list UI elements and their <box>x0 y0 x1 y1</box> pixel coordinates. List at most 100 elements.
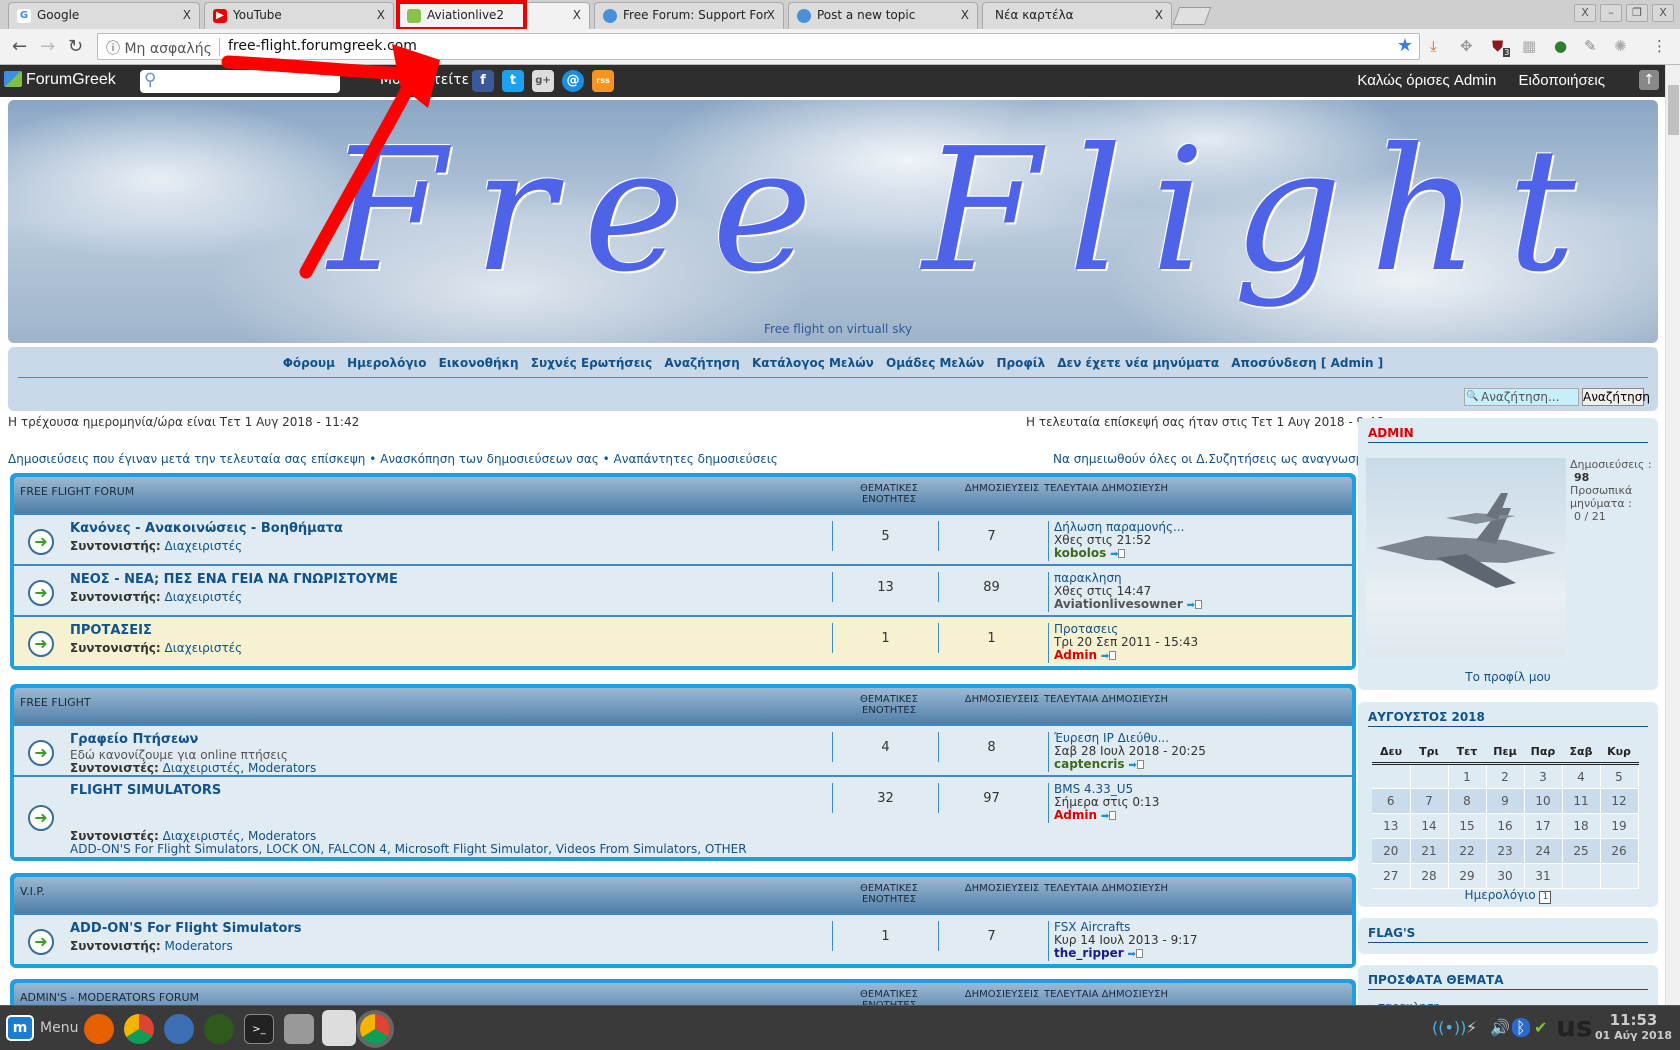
last-post-user[interactable]: kobolos <box>1054 546 1106 560</box>
nav-forum[interactable]: Φόρουμ <box>283 356 335 370</box>
user-avatar[interactable] <box>1366 458 1566 658</box>
rss-icon[interactable]: rss <box>592 70 614 92</box>
google-plus-icon[interactable]: g+ <box>532 70 554 92</box>
page-scrollbar[interactable] <box>1665 65 1680 1005</box>
chrome-active-icon[interactable] <box>360 1014 390 1044</box>
extension-icon[interactable]: ▦ <box>1522 37 1536 55</box>
close-window-button[interactable]: X <box>1652 4 1674 22</box>
calendar-day[interactable]: 5 <box>1600 763 1639 789</box>
calendar-day[interactable]: 20 <box>1372 838 1411 864</box>
welcome-user-link[interactable]: Καλώς όρισες Admin <box>1357 72 1496 89</box>
moderator-link[interactable]: Διαχειριστές <box>165 590 243 604</box>
calendar-day[interactable]: 1 <box>1448 763 1487 789</box>
close-tab-icon[interactable]: X <box>377 8 385 22</box>
calendar-day[interactable]: 21 <box>1410 838 1449 864</box>
goto-post-icon[interactable]: ➡ <box>1101 651 1109 662</box>
globe-app-icon[interactable] <box>204 1014 234 1044</box>
calendar-day[interactable] <box>1410 763 1449 789</box>
nav-profile[interactable]: Προφίλ <box>997 356 1046 370</box>
calendar-day[interactable]: 19 <box>1600 813 1639 839</box>
thunderbird-icon[interactable] <box>164 1014 194 1044</box>
my-profile-link[interactable]: Το προφίλ μου <box>1358 670 1658 684</box>
forum-title-link[interactable]: Γραφείο Πτήσεων <box>70 732 198 747</box>
power-cable-icon[interactable]: ⚡ <box>1466 1018 1477 1037</box>
notifications-link[interactable]: Ειδοποιήσεις <box>1519 72 1605 89</box>
nav-groups[interactable]: Ομάδες Μελών <box>886 356 984 370</box>
start-menu-button[interactable]: m Menu <box>6 1015 78 1041</box>
close-tab-icon[interactable]: X <box>573 8 581 22</box>
wifi-icon[interactable]: ((•)) <box>1432 1018 1466 1037</box>
new-tab-button[interactable] <box>1172 7 1212 25</box>
chrome-icon[interactable] <box>124 1014 154 1044</box>
close-tab-icon[interactable]: X <box>767 8 775 22</box>
moderator-link[interactable]: Διαχειριστές, Moderators <box>163 761 317 775</box>
calendar-day[interactable]: 8 <box>1448 788 1487 814</box>
pen-extension-icon[interactable]: ✎ <box>1584 37 1597 55</box>
calendar-day[interactable]: 27 <box>1372 863 1411 889</box>
goto-post-icon[interactable]: ➡ <box>1128 949 1136 960</box>
security-shield-icon[interactable]: ✔ <box>1534 1018 1547 1037</box>
forum-title-link[interactable]: ADD-ON'S For Flight Simulators <box>70 921 302 936</box>
forum-title-link[interactable]: FLIGHT SIMULATORS <box>70 783 221 798</box>
ublock-icon[interactable]: ⛊3 <box>1492 37 1511 57</box>
calendar-day[interactable]: 7 <box>1410 788 1449 814</box>
firefox-icon[interactable] <box>84 1014 114 1044</box>
tab-free-forum-support[interactable]: Free Forum: Support For X <box>594 2 784 29</box>
calendar-day[interactable]: 12 <box>1600 788 1639 814</box>
moderator-link[interactable]: Διαχειριστές <box>165 539 243 553</box>
download-icon[interactable]: ⤓ <box>1430 37 1437 55</box>
scroll-top-icon[interactable]: ↑ <box>1639 70 1659 90</box>
subforum-links[interactable]: ADD-ON'S For Flight Simulators, LOCK ON,… <box>70 842 747 856</box>
close-tab-icon[interactable]: X <box>183 8 191 22</box>
forum-title-link[interactable]: ΠΡΟΤΑΣΕΙΣ <box>70 623 152 638</box>
calendar-day[interactable]: 22 <box>1448 838 1487 864</box>
calendar-day[interactable]: 3 <box>1524 763 1563 789</box>
address-bar[interactable]: ⓘ Μη ασφαλής free-flight.forumgreek.com … <box>97 33 1420 60</box>
search-links[interactable]: Δημοσιεύσεις που έγιναν μετά την τελευτα… <box>8 452 778 466</box>
calendar-day[interactable]: 10 <box>1524 788 1563 814</box>
moderator-link[interactable]: Moderators <box>165 939 233 953</box>
email-icon[interactable]: @ <box>562 70 584 92</box>
calendar-day[interactable]: 15 <box>1448 813 1487 839</box>
mark-all-read-link[interactable]: Να σημειωθούν όλες οι Δ.Συζητήσεις ως αν… <box>1053 452 1358 466</box>
url-text[interactable]: free-flight.forumgreek.com <box>228 38 417 54</box>
facebook-icon[interactable]: f <box>472 70 494 92</box>
moderator-link[interactable]: Διαχειριστές, Moderators <box>163 829 317 843</box>
calendar-day[interactable]: 9 <box>1486 788 1525 814</box>
calendar-link[interactable]: Ημερολόγιο <box>1465 888 1536 902</box>
calendar-day[interactable] <box>1372 763 1411 789</box>
last-post-user[interactable]: Admin <box>1054 648 1097 662</box>
calendar-day[interactable]: 4 <box>1562 763 1601 789</box>
nav-messages[interactable]: Δεν έχετε νέα μηνύματα <box>1057 356 1219 370</box>
volume-icon[interactable]: 🔊 <box>1490 1018 1510 1037</box>
reload-icon[interactable]: ↻ <box>68 36 83 57</box>
calendar-day[interactable]: 16 <box>1486 813 1525 839</box>
nav-gallery[interactable]: Εικονοθήκη <box>439 356 519 370</box>
forum-title-link[interactable]: Κανόνες - Ανακοινώσεις - Βοηθήματα <box>70 521 343 536</box>
calendar-day[interactable]: 31 <box>1524 863 1563 889</box>
forward-icon[interactable]: → <box>40 36 55 57</box>
last-post-user[interactable]: Aviationlivesowner <box>1054 597 1183 611</box>
tab-google[interactable]: G Google X <box>8 2 200 29</box>
nav-calendar[interactable]: Ημερολόγιο <box>347 356 426 370</box>
bookmark-star-icon[interactable]: ★ <box>1397 35 1413 56</box>
forum-title-link[interactable]: ΝΕΟΣ - ΝΕΑ; ΠΕΣ ΕΝΑ ΓΕΙΑ ΝΑ ΓΝΩΡΙΣΤΟΥΜΕ <box>70 572 398 587</box>
calendar-day[interactable]: 25 <box>1562 838 1601 864</box>
forumgreek-logo[interactable]: ForumGreek <box>4 71 116 89</box>
calendar-day[interactable]: 28 <box>1410 863 1449 889</box>
terminal-icon[interactable]: >_ <box>244 1014 274 1044</box>
calendar-day[interactable] <box>1600 863 1639 889</box>
gear-extension-icon[interactable]: ✺ <box>1614 37 1627 55</box>
moderator-link[interactable]: Διαχειριστές <box>165 641 243 655</box>
close-tab-icon[interactable]: X <box>1155 8 1163 22</box>
window-close-all-button[interactable]: X <box>1574 4 1596 22</box>
forum-search-input[interactable]: Αναζήτηση... <box>1464 388 1579 406</box>
calendar-day[interactable]: 17 <box>1524 813 1563 839</box>
last-post-user[interactable]: captencris <box>1054 757 1125 771</box>
menu-dots-icon[interactable]: ⋮ <box>1652 37 1667 55</box>
security-indicator[interactable]: ⓘ Μη ασφαλής <box>106 38 212 58</box>
goto-post-icon[interactable]: ➡ <box>1101 811 1109 822</box>
calendar-day[interactable]: 30 <box>1486 863 1525 889</box>
nav-memberlist[interactable]: Κατάλογος Μελών <box>752 356 874 370</box>
forum-search-button[interactable]: Αναζήτηση <box>1582 388 1650 406</box>
